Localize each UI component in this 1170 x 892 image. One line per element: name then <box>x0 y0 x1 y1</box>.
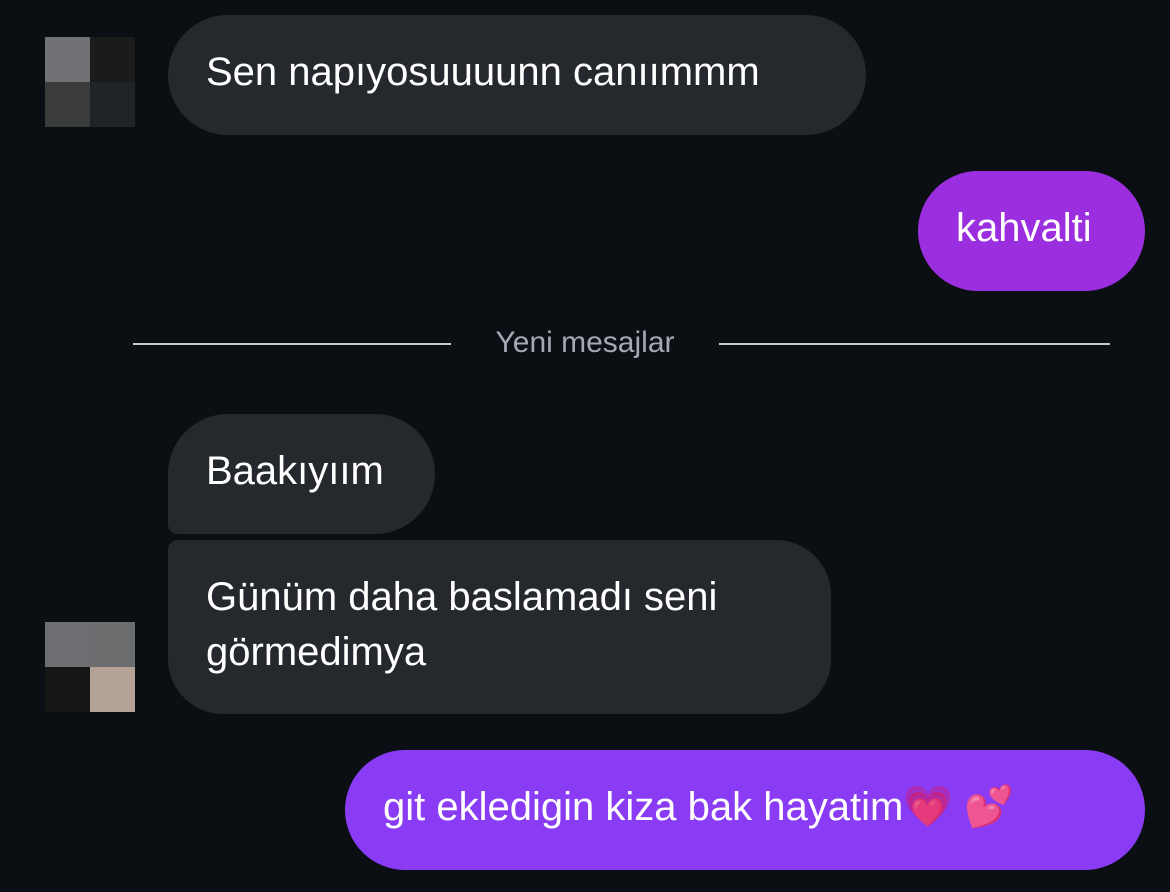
outgoing-message-bubble[interactable]: kahvalti <box>918 171 1145 291</box>
divider-line <box>719 343 1110 345</box>
incoming-message-bubble[interactable]: Baakıyıım <box>168 414 435 534</box>
message-text: Baakıyıım <box>206 449 384 493</box>
incoming-message-bubble[interactable]: Sen napıyosuuuunn canıımmm <box>168 15 866 135</box>
divider-line <box>133 343 451 345</box>
avatar-tile <box>45 82 90 127</box>
avatar[interactable] <box>45 622 135 712</box>
message-text-line: Günüm daha baslamadı seni <box>206 575 718 619</box>
message-text: kahvalti <box>956 206 1092 250</box>
avatar-tile <box>45 37 90 82</box>
avatar-tile <box>90 82 135 127</box>
avatar-tile <box>90 667 135 712</box>
divider-label: Yeni mesajlar <box>495 326 675 359</box>
avatar-tile <box>45 622 90 667</box>
new-messages-divider: Yeni mesajlar <box>133 326 1110 359</box>
message-text: Sen napıyosuuuunn canıımmm <box>206 50 760 94</box>
outgoing-message-bubble[interactable]: git ekledigin kiza bak hayatim💗 💕 <box>345 750 1145 870</box>
message-text: git ekledigin kiza bak hayatim💗 💕 <box>383 785 1014 829</box>
avatar-tile <box>45 667 90 712</box>
incoming-message-bubble[interactable]: Günüm daha baslamadı seni görmedimya <box>168 540 831 714</box>
message-text-line: görmedimya <box>206 630 427 674</box>
avatar-tile <box>90 37 135 82</box>
avatar-tile <box>90 622 135 667</box>
avatar[interactable] <box>45 37 135 127</box>
